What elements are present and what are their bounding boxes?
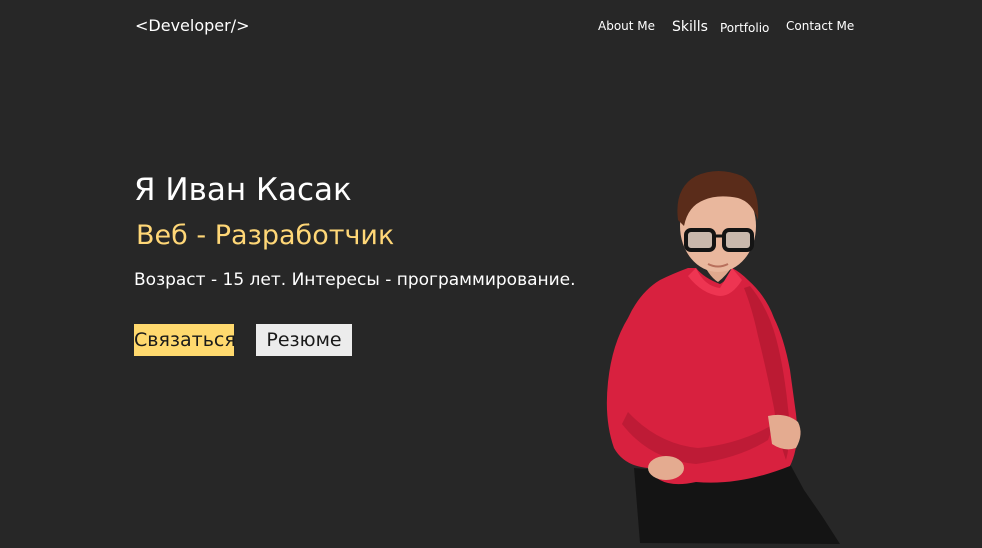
nav-skills[interactable]: Skills — [672, 19, 708, 35]
site-logo[interactable]: <Developer/> — [135, 16, 250, 36]
nav-portfolio[interactable]: Portfolio — [720, 20, 769, 36]
portrait-glasses-right — [722, 228, 754, 252]
portrait-hand-left — [648, 456, 684, 480]
contact-button[interactable]: Связаться — [134, 324, 236, 356]
nav-about-me[interactable]: About Me — [598, 18, 655, 34]
hero-role: Веб - Разработчик — [136, 220, 395, 251]
hero-name: Я Иван Касак — [134, 172, 352, 208]
hero-description: Возраст - 15 лет. Интересы - программиро… — [134, 270, 576, 290]
nav-contact-me[interactable]: Contact Me — [786, 18, 854, 34]
portrait-glasses-left — [684, 228, 716, 252]
resume-button[interactable]: Резюме — [256, 324, 352, 356]
portrait-photo — [606, 171, 840, 544]
